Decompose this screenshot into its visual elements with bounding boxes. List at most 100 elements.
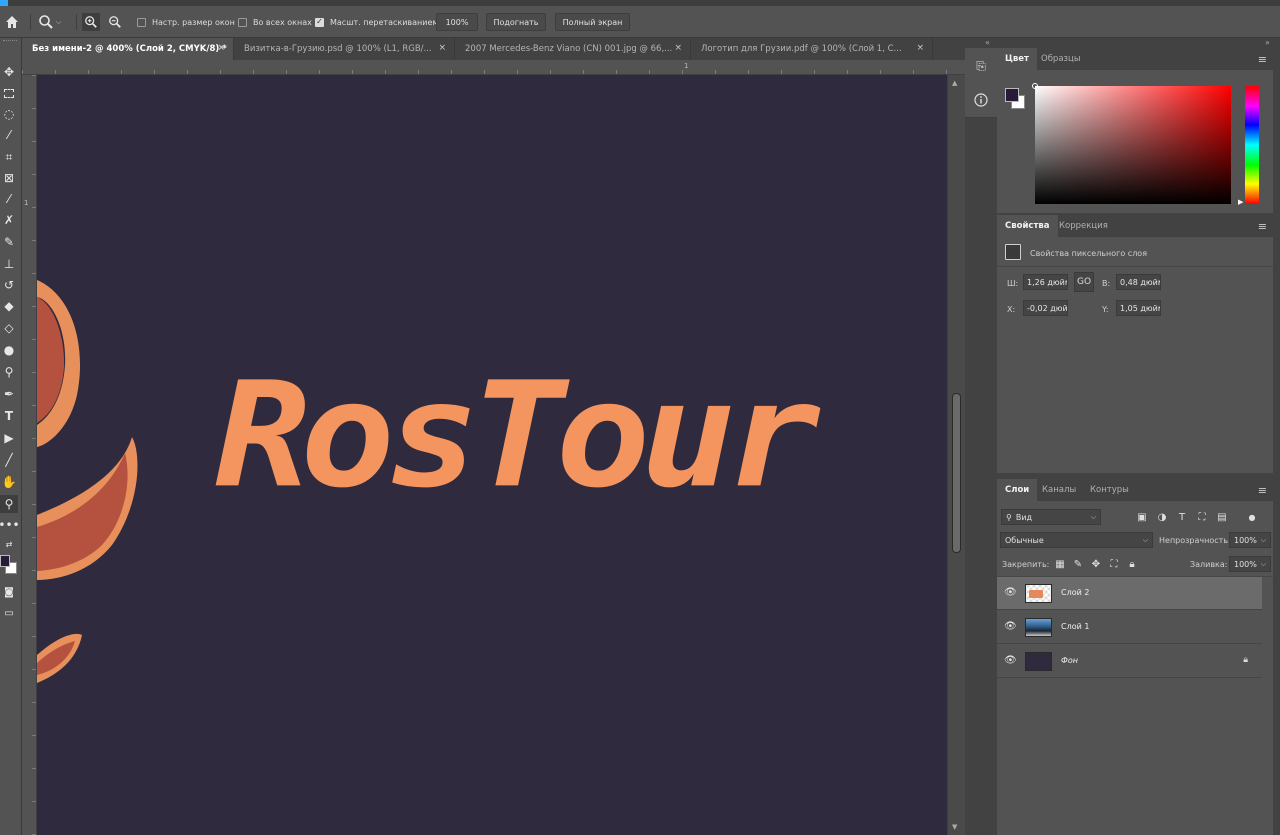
tab-adjustments[interactable]: Коррекция (1051, 215, 1116, 237)
saturation-value-field[interactable] (1032, 83, 1231, 204)
document-canvas[interactable]: RosTour (37, 75, 947, 835)
home-button[interactable] (4, 6, 20, 38)
vertical-ruler[interactable]: 1 (22, 75, 37, 835)
color-picker-marker[interactable] (1032, 83, 1038, 89)
magic-wand-tool[interactable]: ⁄ (0, 126, 18, 144)
zoom-in-button[interactable] (82, 13, 100, 31)
scroll-down-icon[interactable]: ▼ (952, 823, 957, 831)
checkmark-icon: ✓ (315, 17, 324, 27)
resize-windows-checkbox[interactable]: Настр. размер окон (137, 6, 235, 38)
hand-tool[interactable]: ✋ (0, 473, 18, 491)
tab-channels[interactable]: Каналы (1034, 479, 1084, 501)
filter-type-icon[interactable]: T (1175, 510, 1189, 524)
edit-toolbar-button[interactable]: ••• (0, 516, 20, 534)
hue-slider[interactable] (1245, 86, 1259, 204)
paint-bucket-tool[interactable]: ◇ (0, 319, 18, 337)
quick-mask-button[interactable]: ◙ (0, 583, 18, 601)
filter-pixel-icon[interactable]: ▣ (1135, 510, 1149, 524)
tool-preset-picker[interactable]: ⌵ (38, 6, 61, 38)
filter-adjustment-icon[interactable]: ◑ (1155, 510, 1169, 524)
panel-menu-icon[interactable]: ≡ (1258, 220, 1267, 233)
tab-swatches[interactable]: Образцы (1033, 48, 1089, 70)
tab-document-1[interactable]: Без имени-2 @ 400% (Слой 2, CMYK/8) * × (22, 38, 234, 60)
line-tool[interactable]: ╱ (0, 451, 18, 469)
panel-menu-icon[interactable]: ≡ (1258, 53, 1267, 66)
collapse-icon[interactable]: « (985, 38, 990, 47)
swap-colors-button[interactable]: ⇄ (0, 535, 18, 553)
visibility-eye-icon[interactable]: 👁︎ (1004, 621, 1017, 632)
panel-menu-icon[interactable]: ≡ (1258, 484, 1267, 497)
fit-screen-button[interactable]: Подогнать (486, 13, 546, 31)
eyedropper-tool[interactable]: ⁄ (0, 190, 18, 208)
link-dimensions-button[interactable]: GO (1074, 272, 1094, 292)
tab-paths[interactable]: Контуры (1082, 479, 1137, 501)
filter-shape-icon[interactable]: ⛶ (1195, 510, 1209, 524)
path-selection-tool[interactable]: ▶ (0, 429, 18, 447)
screen-mode-button[interactable]: ▭ (0, 604, 18, 622)
info-panel-button[interactable] (971, 90, 991, 110)
lock-pixels-icon[interactable]: ✎ (1071, 557, 1085, 571)
stamp-tool[interactable]: ⊥ (0, 255, 18, 273)
hue-slider-handle[interactable]: ▶ (1238, 198, 1243, 206)
y-field[interactable]: 1,05 дюйм (1116, 300, 1161, 316)
layer-filter-select[interactable]: ⚲ Вид ⌵ (1001, 509, 1101, 525)
layer-row[interactable]: 👁︎ Слой 1 (997, 611, 1262, 644)
x-field[interactable]: -0,02 дюй (1023, 300, 1068, 316)
lock-position-icon[interactable]: ✥ (1089, 557, 1103, 571)
lock-transparency-icon[interactable]: ▦ (1053, 557, 1067, 571)
eraser-tool[interactable]: ◆ (0, 297, 18, 315)
lasso-tool[interactable]: ◌ (0, 105, 18, 123)
filter-smart-object-icon[interactable]: ▤ (1215, 510, 1229, 524)
history-panel-button[interactable]: ⎘ (971, 56, 991, 76)
brush-tool[interactable]: ✎ (0, 233, 18, 251)
type-tool[interactable]: T (0, 407, 18, 425)
close-icon[interactable]: × (438, 43, 446, 53)
full-screen-button[interactable]: Полный экран (555, 13, 630, 31)
crop-tool[interactable]: ⌗ (0, 148, 18, 166)
pen-tool[interactable]: ✒ (0, 385, 18, 403)
blur-tool[interactable]: ● (0, 341, 18, 359)
zoom-out-button[interactable] (106, 13, 124, 31)
ruler-mark: 1 (684, 62, 689, 70)
scroll-up-icon[interactable]: ▲ (952, 79, 957, 87)
layer-row[interactable]: 👁︎ Фон 🔒︎ (997, 645, 1262, 678)
visibility-eye-icon[interactable]: 👁︎ (1004, 655, 1017, 666)
blend-mode-select[interactable]: Обычные ⌵ (1000, 532, 1153, 548)
marquee-tool[interactable] (0, 84, 18, 102)
scrubby-zoom-checkbox[interactable]: ✓ Масшт. перетаскиванием (315, 6, 438, 38)
logo-text: RosTour (215, 351, 821, 521)
horizontal-ruler[interactable]: 1 (22, 60, 965, 75)
close-icon[interactable]: × (674, 43, 682, 53)
lock-artboard-icon[interactable]: ⛶ (1107, 557, 1121, 571)
move-tool[interactable]: ✥ (0, 63, 18, 81)
foreground-color-swatch[interactable] (1005, 88, 1019, 102)
tab-layers[interactable]: Слои (997, 479, 1038, 501)
foreground-color-swatch[interactable] (0, 555, 10, 567)
frame-tool[interactable]: ⊠ (0, 169, 18, 187)
layer-row[interactable]: 👁︎ Слой 2 (997, 577, 1262, 610)
collapse-icon[interactable]: » (1265, 38, 1270, 47)
opacity-field[interactable]: 100% ⌵ (1229, 532, 1271, 548)
eraser-icon: ◆ (4, 299, 14, 313)
zoom-100-button[interactable]: 100% (436, 13, 478, 31)
height-field[interactable]: 0,48 дюйм (1116, 274, 1161, 290)
tab-properties[interactable]: Свойства (997, 215, 1058, 237)
history-brush-tool[interactable]: ↺ (0, 276, 18, 294)
all-windows-checkbox[interactable]: Во всех окнах (238, 6, 312, 38)
tab-document-2[interactable]: Визитка-в-Грузию.psd @ 100% (L1, RGB/...… (234, 38, 455, 60)
healing-brush-tool[interactable]: ✗ (0, 211, 18, 229)
close-icon[interactable]: × (916, 43, 924, 53)
visibility-eye-icon[interactable]: 👁︎ (1004, 587, 1017, 598)
lock-all-icon[interactable]: 🔒︎ (1125, 557, 1139, 571)
tab-color[interactable]: Цвет (997, 48, 1037, 70)
dodge-tool[interactable]: ⚲ (0, 363, 18, 381)
tab-document-3[interactable]: 2007 Mercedes-Benz Viano (CN) 001.jpg @ … (455, 38, 691, 60)
zoom-tool[interactable]: ⚲ (0, 495, 18, 513)
vertical-scrollbar[interactable]: ▲ ▼ (947, 75, 965, 835)
width-field[interactable]: 1,26 дюйм (1023, 274, 1068, 290)
scroll-thumb[interactable] (952, 393, 961, 553)
close-icon[interactable]: × (217, 43, 225, 53)
filter-toggle-icon[interactable]: ● (1245, 510, 1259, 524)
fill-field[interactable]: 100% ⌵ (1229, 556, 1271, 572)
tab-document-4[interactable]: Логотип для Грузии.pdf @ 100% (Слой 1, С… (691, 38, 933, 60)
